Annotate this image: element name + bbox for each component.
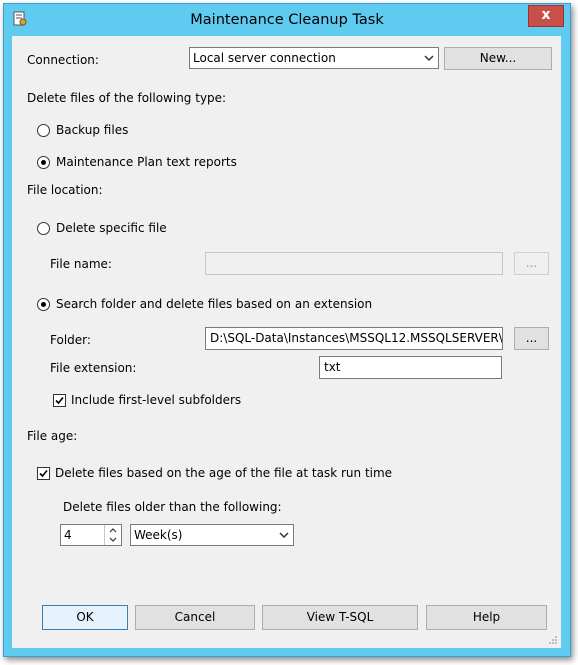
age-amount-value: 4	[64, 528, 72, 542]
checkmark-icon	[39, 469, 48, 478]
search-folder-radio[interactable]	[37, 298, 50, 311]
file-age-heading: File age:	[27, 429, 78, 443]
spin-up-icon[interactable]	[105, 525, 121, 535]
spin-down-icon[interactable]	[105, 535, 121, 545]
include-subfolders-checkbox[interactable]	[53, 394, 66, 407]
age-unit-value: Week(s)	[134, 528, 183, 542]
help-button[interactable]: Help	[426, 605, 547, 630]
file-name-label: File name:	[50, 257, 112, 271]
spin-buttons	[104, 525, 121, 545]
file-name-input[interactable]	[205, 252, 503, 275]
chevron-down-icon	[279, 532, 289, 539]
delete-by-age-label[interactable]: Delete files based on the age of the fil…	[55, 466, 392, 480]
text-reports-radio[interactable]	[37, 156, 50, 169]
backup-files-label[interactable]: Backup files	[56, 123, 128, 137]
cancel-button[interactable]: Cancel	[135, 605, 255, 630]
resize-grip-icon[interactable]	[548, 635, 558, 645]
connection-dropdown[interactable]: Local server connection	[189, 47, 439, 69]
title-bar[interactable]: Maintenance Cleanup Task x	[4, 4, 570, 36]
connection-value: Local server connection	[193, 51, 336, 65]
search-folder-label[interactable]: Search folder and delete files based on …	[56, 297, 372, 311]
connection-label: Connection:	[27, 53, 99, 67]
new-connection-button[interactable]: New...	[444, 47, 552, 70]
delete-specific-file-radio[interactable]	[37, 222, 50, 235]
delete-by-age-checkbox[interactable]	[37, 467, 50, 480]
file-type-heading: Delete files of the following type:	[27, 91, 227, 105]
older-than-label: Delete files older than the following:	[63, 500, 282, 514]
include-subfolders-label[interactable]: Include first-level subfolders	[71, 393, 241, 407]
folder-input[interactable]: D:\SQL-Data\Instances\MSSQL12.MSSQLSERVE…	[205, 327, 503, 350]
close-button[interactable]: x	[528, 5, 564, 27]
file-location-heading: File location:	[27, 183, 103, 197]
dialog-window: Maintenance Cleanup Task x Connection: L…	[3, 3, 571, 657]
close-icon: x	[541, 7, 551, 23]
ok-button[interactable]: OK	[42, 605, 128, 630]
backup-files-radio[interactable]	[37, 124, 50, 137]
file-extension-input[interactable]: txt	[319, 356, 502, 379]
window-title: Maintenance Cleanup Task	[190, 12, 384, 28]
age-amount-stepper[interactable]: 4	[60, 524, 122, 546]
folder-browse-button[interactable]: ...	[514, 327, 549, 350]
file-extension-label: File extension:	[50, 361, 137, 375]
view-tsql-button[interactable]: View T-SQL	[262, 605, 418, 630]
text-reports-label[interactable]: Maintenance Plan text reports	[56, 155, 237, 169]
delete-specific-file-label[interactable]: Delete specific file	[56, 221, 167, 235]
checkmark-icon	[55, 396, 64, 405]
age-unit-dropdown[interactable]: Week(s)	[130, 524, 294, 546]
chevron-down-icon	[424, 55, 434, 62]
folder-label: Folder:	[50, 333, 91, 347]
dialog-body: Connection: Local server connection New.…	[12, 36, 561, 648]
file-name-browse-button[interactable]: ...	[514, 252, 549, 275]
